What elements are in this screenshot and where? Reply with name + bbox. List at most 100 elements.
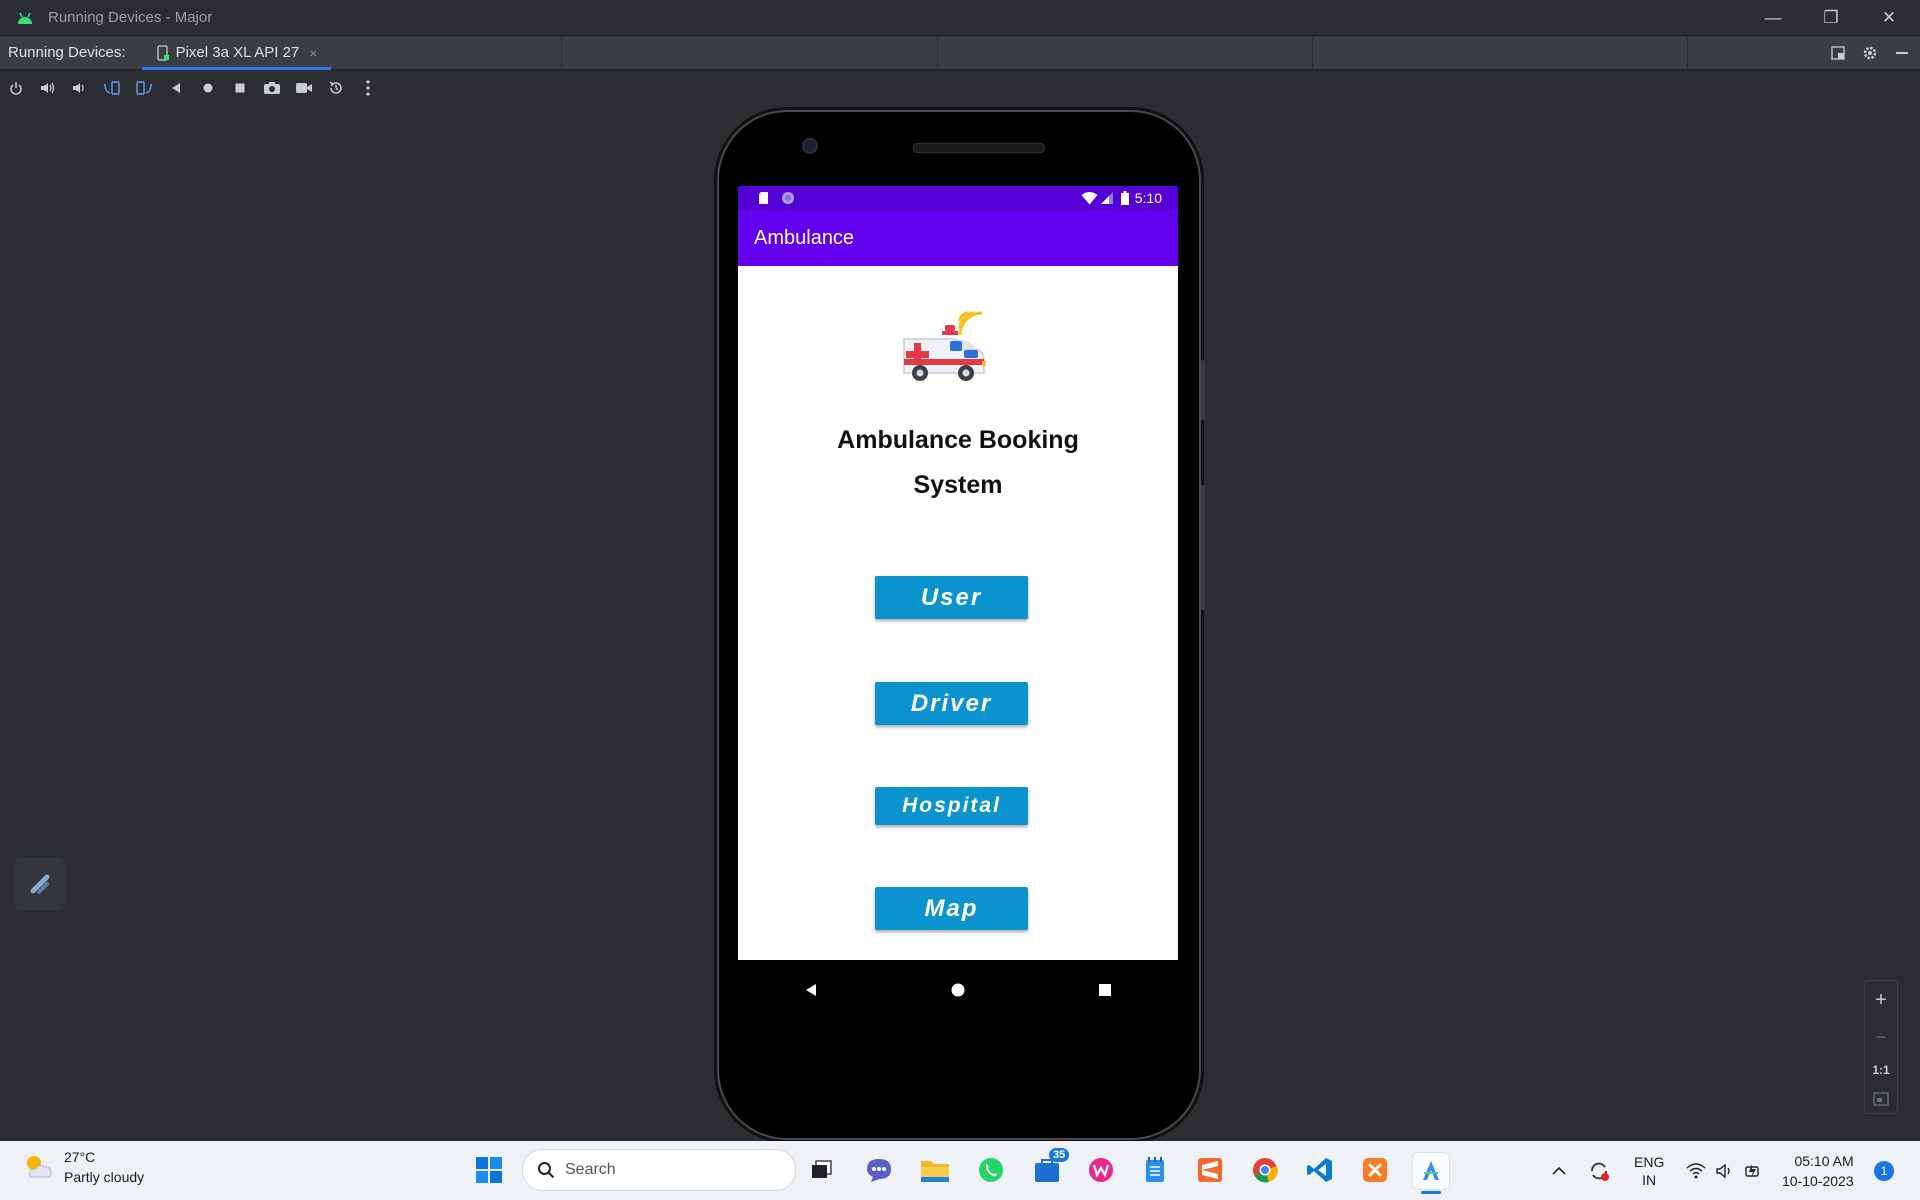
- taskbar-search-box[interactable]: Search: [522, 1149, 796, 1191]
- hospital-button[interactable]: Hospital: [875, 787, 1028, 825]
- ambulance-icon: [903, 311, 986, 381]
- weather-widget[interactable]: 27°C Partly cloudy: [22, 1147, 144, 1187]
- home-icon[interactable]: [192, 74, 224, 102]
- notification-center[interactable]: 1: [1874, 1141, 1894, 1200]
- back-icon[interactable]: [160, 74, 192, 102]
- battery-tray-icon[interactable]: [1744, 1141, 1762, 1200]
- home-screen-content: Ambulance Booking System User Driver Hos…: [738, 266, 1178, 960]
- nav-overview-icon[interactable]: [1098, 983, 1112, 997]
- device-screen[interactable]: 5:10 Ambulance Ambulance Booking System …: [738, 186, 1178, 1020]
- rotate-right-icon[interactable]: [128, 74, 160, 102]
- whatsapp-icon[interactable]: [973, 1152, 1009, 1188]
- notification-count-badge: 1: [1874, 1160, 1894, 1181]
- overview-icon[interactable]: [224, 74, 256, 102]
- clock[interactable]: 05:10 AM 10-10-2023: [1782, 1141, 1854, 1200]
- restore-button[interactable]: ❐: [1802, 0, 1860, 35]
- close-tab-icon[interactable]: ×: [309, 45, 317, 61]
- chrome-icon[interactable]: [1247, 1152, 1283, 1188]
- running-devices-label: Running Devices:: [8, 44, 126, 61]
- fit-screen-icon[interactable]: [1873, 1091, 1889, 1106]
- wifi-icon: [1081, 191, 1098, 204]
- volume-up-icon[interactable]: [32, 74, 64, 102]
- device-frame: 5:10 Ambulance Ambulance Booking System …: [717, 110, 1205, 1140]
- status-time: 5:10: [1134, 190, 1162, 206]
- hide-panel-icon[interactable]: [1888, 35, 1916, 70]
- tab-pixel-device[interactable]: Pixel 3a XL API 27 ×: [141, 36, 332, 70]
- app-title: Ambulance: [754, 226, 855, 249]
- layout-toggle-icon[interactable]: [1824, 35, 1852, 70]
- minimize-button[interactable]: —: [1744, 0, 1802, 35]
- store-notification-badge: 35: [1049, 1148, 1070, 1162]
- more-options-icon[interactable]: [352, 74, 384, 102]
- driver-button[interactable]: Driver: [875, 682, 1028, 725]
- language-code: ENG: [1634, 1153, 1665, 1170]
- wifi-tray-icon[interactable]: [1686, 1141, 1706, 1200]
- front-camera: [802, 138, 818, 154]
- app-toolbar: Ambulance: [738, 210, 1178, 266]
- show-hidden-icons[interactable]: [1552, 1141, 1566, 1200]
- power-key: [1201, 485, 1205, 610]
- zoom-out-button[interactable]: −: [1876, 1027, 1887, 1048]
- zoom-controls: + − 1:1: [1864, 980, 1898, 1114]
- chevron-up-icon: [1552, 1166, 1566, 1175]
- power-icon[interactable]: [0, 74, 32, 102]
- window-titlebar: Running Devices - Major: [0, 0, 1920, 35]
- windows-taskbar: 27°C Partly cloudy Search 35 ENG IN 05:1…: [0, 1141, 1920, 1200]
- sublime-text-icon[interactable]: [1192, 1152, 1228, 1188]
- screenshot-icon[interactable]: [256, 74, 288, 102]
- xampp-icon[interactable]: [1357, 1152, 1393, 1188]
- android-status-bar: 5:10: [738, 186, 1178, 210]
- sync-status-icon[interactable]: [1588, 1141, 1610, 1200]
- device-icon: [156, 44, 169, 61]
- tab-divider: [561, 35, 562, 69]
- microsoft-store-icon[interactable]: 35: [1029, 1148, 1070, 1188]
- clock-date: 10-10-2023: [1782, 1172, 1854, 1189]
- screen-record-icon[interactable]: [288, 74, 320, 102]
- android-nav-bar: [738, 960, 1178, 1020]
- windows-start-icon[interactable]: [471, 1152, 507, 1188]
- partly-cloudy-icon: [27, 1156, 52, 1178]
- language-indicator[interactable]: ENG IN: [1634, 1141, 1664, 1200]
- volume-down-icon[interactable]: [64, 74, 96, 102]
- temperature: 27°C: [64, 1149, 96, 1165]
- nav-back-icon[interactable]: [804, 983, 818, 997]
- sd-card-icon: [759, 192, 768, 204]
- close-window-button[interactable]: ✕: [1860, 0, 1918, 35]
- region-code: IN: [1642, 1171, 1657, 1188]
- map-button[interactable]: Map: [875, 887, 1028, 930]
- file-explorer-icon[interactable]: [917, 1152, 953, 1188]
- weather-condition: Partly cloudy: [64, 1169, 145, 1185]
- device-toolbar: [0, 70, 1920, 107]
- android-studio-taskbar-icon[interactable]: [1412, 1152, 1450, 1194]
- zoom-actual-size-button[interactable]: 1:1: [1872, 1063, 1889, 1077]
- zoom-in-button[interactable]: +: [1875, 989, 1887, 1012]
- search-icon: [538, 1162, 555, 1179]
- battery-icon: [1120, 191, 1129, 205]
- headline-line-1: Ambulance Booking: [837, 426, 1079, 454]
- settings-gear-icon[interactable]: [1856, 35, 1884, 70]
- user-button[interactable]: User: [875, 576, 1028, 619]
- sync-circle-icon: [782, 192, 794, 204]
- headline-title: Ambulance Booking System: [738, 418, 1178, 508]
- notepad-icon[interactable]: [1137, 1152, 1173, 1188]
- tab-divider: [937, 35, 938, 69]
- tab-divider: [1687, 35, 1688, 69]
- active-app-indicator: [1421, 1191, 1441, 1194]
- vscode-icon[interactable]: [1302, 1152, 1338, 1188]
- clock-time: 05:10 AM: [1794, 1152, 1854, 1169]
- volume-tray-icon[interactable]: [1716, 1141, 1734, 1200]
- window-title: Running Devices - Major: [48, 9, 213, 26]
- rotate-left-icon[interactable]: [96, 74, 128, 102]
- wps-office-icon[interactable]: [1083, 1152, 1119, 1188]
- reset-icon[interactable]: [320, 74, 352, 102]
- volume-rocker: [1201, 360, 1205, 420]
- chat-app-icon[interactable]: [861, 1152, 897, 1188]
- android-studio-icon: [18, 12, 32, 24]
- earpiece-speaker: [913, 143, 1045, 153]
- tab-divider: [1312, 35, 1313, 69]
- nav-home-icon[interactable]: [951, 983, 965, 997]
- task-view-icon[interactable]: [804, 1152, 840, 1188]
- running-devices-tabbar: Running Devices: Pixel 3a XL API 27 ×: [0, 35, 1920, 70]
- search-placeholder: Search: [565, 1161, 616, 1178]
- assistant-icon[interactable]: [14, 858, 66, 910]
